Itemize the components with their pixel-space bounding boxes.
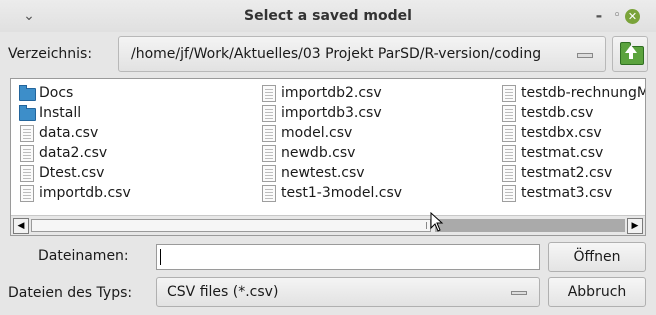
- item-label: importdb2.csv: [281, 85, 382, 101]
- file-item[interactable]: Dtest.csv: [17, 163, 131, 183]
- title-bar: ⌄ Select a saved model - ◦ ✕: [0, 0, 656, 32]
- file-icon: [502, 125, 516, 142]
- item-label: Dtest.csv: [39, 165, 105, 181]
- item-label: Install: [39, 105, 82, 121]
- file-column: Docs Install data.csv data2.csv Dtest.cs…: [17, 83, 131, 203]
- item-label: testdb.csv: [521, 105, 594, 121]
- item-label: testmat2.csv: [521, 165, 613, 181]
- filetype-value: CSV files (*.csv): [167, 284, 279, 300]
- file-item[interactable]: newtest.csv: [259, 163, 402, 183]
- item-label: importdb3.csv: [281, 105, 382, 121]
- file-item[interactable]: test1-3model.csv: [259, 183, 402, 203]
- item-label: testmat.csv: [521, 145, 604, 161]
- item-label: newdb.csv: [281, 145, 356, 161]
- file-icon: [262, 85, 276, 102]
- file-item[interactable]: importdb3.csv: [259, 103, 402, 123]
- scroll-left-icon[interactable]: ◀: [13, 218, 29, 234]
- horizontal-scrollbar[interactable]: ◀ ▶: [11, 215, 645, 235]
- file-column: testdb-rechnungM testdb.csv testdbx.csv …: [499, 83, 646, 203]
- scrollbar-thumb[interactable]: [31, 219, 431, 232]
- file-icon: [20, 165, 34, 182]
- window-title: Select a saved model: [244, 8, 412, 24]
- close-icon[interactable]: ✕: [625, 9, 640, 24]
- item-label: model.csv: [281, 125, 353, 141]
- directory-path: /home/jf/Work/Aktuelles/03 Projekt ParSD…: [131, 46, 542, 62]
- folder-icon: [19, 105, 36, 121]
- scroll-right-icon[interactable]: ▶: [627, 218, 643, 234]
- item-label: importdb.csv: [39, 185, 131, 201]
- file-item[interactable]: data.csv: [17, 123, 131, 143]
- file-icon: [262, 185, 276, 202]
- file-icon: [262, 105, 276, 122]
- file-icon: [262, 165, 276, 182]
- item-label: testdb-rechnungM: [521, 85, 646, 101]
- file-item[interactable]: model.csv: [259, 123, 402, 143]
- item-label: newtest.csv: [281, 165, 365, 181]
- file-icon: [20, 145, 34, 162]
- file-item[interactable]: testdb.csv: [499, 103, 645, 123]
- item-label: Docs: [39, 85, 74, 101]
- file-column: importdb2.csv importdb3.csv model.csv ne…: [259, 83, 402, 203]
- cancel-button[interactable]: Abbruch: [548, 277, 646, 307]
- filename-field[interactable]: [156, 244, 540, 270]
- file-icon: [502, 185, 516, 202]
- item-label: testdbx.csv: [521, 125, 602, 141]
- filetype-select[interactable]: CSV files (*.csv): [156, 277, 540, 307]
- file-list[interactable]: Docs Install data.csv data2.csv Dtest.cs…: [10, 78, 646, 236]
- item-label: data.csv: [39, 125, 99, 141]
- filetype-label: Dateien des Typs:: [8, 285, 133, 301]
- file-icon: [502, 165, 516, 182]
- file-item[interactable]: testmat2.csv: [499, 163, 645, 183]
- file-item[interactable]: newdb.csv: [259, 143, 402, 163]
- minimize-icon[interactable]: -: [591, 0, 607, 32]
- item-label: testmat3.csv: [521, 185, 613, 201]
- file-icon: [20, 125, 34, 142]
- item-label: test1-3model.csv: [281, 185, 403, 201]
- directory-selector[interactable]: /home/jf/Work/Aktuelles/03 Projekt ParSD…: [118, 36, 606, 72]
- filename-input[interactable]: [157, 245, 539, 269]
- file-icon: [502, 105, 516, 122]
- file-item[interactable]: testmat.csv: [499, 143, 645, 163]
- file-icon: [20, 185, 34, 202]
- item-label: data2.csv: [39, 145, 108, 161]
- file-icon: [262, 125, 276, 142]
- folder-item[interactable]: Docs: [17, 83, 131, 103]
- open-button[interactable]: Öffnen: [548, 242, 646, 272]
- scrollbar-track[interactable]: [435, 219, 625, 232]
- maximize-icon[interactable]: ◦: [608, 0, 626, 32]
- dropdown-icon: [511, 291, 527, 295]
- file-item[interactable]: importdb2.csv: [259, 83, 402, 103]
- file-icon: [502, 145, 516, 162]
- filename-label: Dateinamen:: [38, 248, 129, 264]
- file-icon: [262, 145, 276, 162]
- file-icon: [502, 85, 516, 102]
- file-item[interactable]: testdb-rechnungM: [499, 83, 646, 103]
- file-item[interactable]: data2.csv: [17, 143, 131, 163]
- parent-folder-button[interactable]: [612, 36, 648, 72]
- folder-item[interactable]: Install: [17, 103, 131, 123]
- file-item[interactable]: testdbx.csv: [499, 123, 645, 143]
- directory-label: Verzeichnis:: [8, 46, 93, 62]
- file-item[interactable]: testmat3.csv: [499, 183, 645, 203]
- dropdown-icon: [577, 53, 593, 58]
- file-item[interactable]: importdb.csv: [17, 183, 131, 203]
- folder-icon: [19, 85, 36, 101]
- mouse-cursor-icon: [430, 212, 444, 232]
